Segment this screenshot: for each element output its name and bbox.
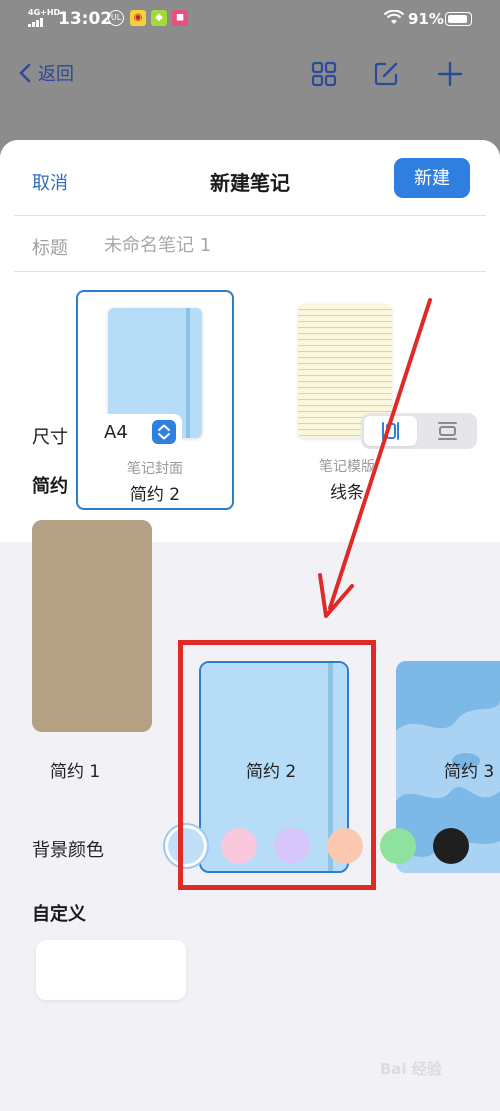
cover-label: 简约 1 bbox=[50, 762, 101, 782]
battery-icon bbox=[445, 12, 472, 26]
create-button[interactable]: 新建 bbox=[394, 158, 470, 198]
green-app-icon: ◆ bbox=[151, 10, 167, 26]
status-bar: 4G+HD 13:02 UL ◉ ◆ ◼ 91% bbox=[0, 0, 500, 40]
size-label: 尺寸 bbox=[32, 427, 68, 448]
chevron-left-icon bbox=[19, 63, 31, 83]
pink-app-icon: ◼ bbox=[172, 10, 188, 26]
custom-heading: 自定义 bbox=[32, 904, 86, 925]
battery-percent: 91% bbox=[408, 10, 444, 28]
color-swatch[interactable] bbox=[380, 828, 416, 864]
signal-icon bbox=[28, 18, 50, 27]
cover-simple-1[interactable] bbox=[32, 520, 152, 732]
title-input[interactable] bbox=[104, 228, 464, 262]
clock: 13:02 bbox=[58, 9, 113, 29]
ul-icon: UL bbox=[108, 10, 124, 26]
grid-icon[interactable] bbox=[310, 60, 338, 88]
network-type: 4G+HD bbox=[28, 8, 61, 17]
weibo-icon: ◉ bbox=[130, 10, 146, 26]
title-label: 标题 bbox=[32, 238, 68, 259]
cover-simple-1-face bbox=[32, 520, 152, 732]
cover-option-name: 简约 2 bbox=[129, 485, 181, 505]
arrow-annotation bbox=[318, 298, 432, 618]
cover-option-card[interactable]: 笔记封面 简约 2 bbox=[76, 290, 234, 510]
wifi-icon bbox=[384, 10, 404, 24]
watermark: Bai 经验 bbox=[380, 1060, 442, 1078]
style-heading: 简约 bbox=[32, 476, 68, 497]
back-label: 返回 bbox=[38, 64, 74, 85]
highlight-box bbox=[178, 640, 376, 890]
divider bbox=[14, 271, 486, 272]
edit-icon[interactable] bbox=[372, 60, 400, 88]
size-select[interactable]: A4 bbox=[86, 414, 182, 450]
size-value: A4 bbox=[104, 422, 128, 443]
back-button[interactable]: 返回 bbox=[18, 60, 74, 86]
background-color-label: 背景颜色 bbox=[32, 840, 104, 861]
divider bbox=[14, 215, 486, 216]
custom-cover-card[interactable] bbox=[36, 940, 186, 1000]
color-swatch[interactable] bbox=[433, 828, 469, 864]
chevron-updown-icon[interactable] bbox=[152, 420, 176, 444]
plus-icon[interactable] bbox=[436, 60, 464, 88]
cover-label: 简约 3 bbox=[444, 762, 495, 782]
cover-option-sub: 笔记封面 bbox=[127, 461, 183, 477]
top-nav: 返回 bbox=[0, 48, 500, 102]
